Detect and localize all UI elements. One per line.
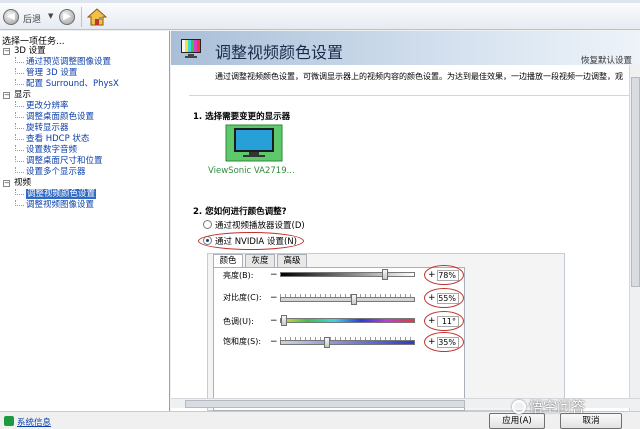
system-info-link[interactable]: 系统信息 <box>17 416 51 428</box>
tree-item[interactable]: 更改分辨率 <box>0 101 168 112</box>
horizontal-scroll-thumb[interactable] <box>185 400 465 408</box>
annotation-ellipse <box>424 332 464 352</box>
section-color-method: 2. 您如何进行颜色调整? <box>193 207 287 217</box>
collapse-icon[interactable]: − <box>3 92 10 99</box>
annotation-ellipse <box>424 311 464 331</box>
brightness-label: 亮度(B): <box>223 271 254 280</box>
saturation-slider[interactable] <box>280 340 415 345</box>
vertical-scroll-thumb[interactable] <box>631 77 640 287</box>
menu-strip <box>0 0 640 3</box>
hue-label: 色调(U): <box>223 317 254 326</box>
tree-category-3d[interactable]: −3D 设置 <box>0 46 168 57</box>
watermark: 悟空问答 <box>512 397 585 419</box>
monitor-icon[interactable] <box>225 124 283 162</box>
contrast-slider[interactable] <box>280 297 415 302</box>
restore-defaults-link[interactable]: 恢复默认设置 <box>581 54 632 66</box>
hue-slider-thumb[interactable] <box>281 315 288 326</box>
brightness-slider[interactable] <box>280 272 415 277</box>
minus-icon: − <box>270 337 278 347</box>
tree-category-display[interactable]: − 显示 <box>0 90 168 101</box>
saturation-slider-thumb[interactable] <box>324 337 331 348</box>
tab-advanced[interactable]: 高级 <box>277 254 307 267</box>
tree-item[interactable]: 旋转显示器 <box>0 123 168 134</box>
annotation-ellipse <box>198 232 304 250</box>
tree-item[interactable]: 调整桌面颜色设置 <box>0 112 168 123</box>
tree-item[interactable]: 查看 HDCP 状态 <box>0 134 168 145</box>
task-tree: −3D 设置 通过预览调整图像设置 管理 3D 设置 配置 Surround、P… <box>0 46 168 211</box>
annotation-ellipse <box>424 265 464 285</box>
content-panel: 调整视频颜色设置 恢复默认设置 通过调整视频颜色设置，可微调显示器上的视频内容的… <box>171 31 640 411</box>
back-label[interactable]: 后退 <box>23 12 41 25</box>
minus-icon: − <box>270 270 278 280</box>
tree-item[interactable]: 设置多个显示器 <box>0 167 168 178</box>
tab-color[interactable]: 颜色 <box>213 254 243 268</box>
home-icon[interactable] <box>87 7 107 27</box>
section-select-display: 1. 选择需要变更的显示器 <box>193 112 291 122</box>
tree-item[interactable]: 通过预览调整图像设置 <box>0 57 168 68</box>
page-title: 调整视频颜色设置 <box>215 43 344 62</box>
collapse-icon[interactable]: − <box>3 180 10 187</box>
tree-item[interactable]: 设置数字音频 <box>0 145 168 156</box>
hue-slider[interactable] <box>280 318 415 323</box>
vertical-scrollbar[interactable] <box>629 65 640 411</box>
back-dropdown-icon[interactable]: ▼ <box>48 12 53 20</box>
tree-item[interactable]: 调整视频图像设置 <box>0 200 168 211</box>
saturation-label: 饱和度(S): <box>223 337 262 346</box>
tree-item-selected[interactable]: 调整视频颜色设置 <box>0 189 168 200</box>
contrast-label: 对比度(C): <box>223 293 262 302</box>
page-description: 通过调整视频颜色设置，可微调显示器上的视频内容的颜色设置。为达到最佳效果，一边播… <box>215 72 623 81</box>
annotation-ellipse <box>424 288 464 308</box>
radio-player-settings[interactable]: 通过视频播放器设置(D) <box>203 220 305 232</box>
toolbar-separator <box>81 7 82 27</box>
tree-item[interactable]: 管理 3D 设置 <box>0 68 168 79</box>
color-bars-icon <box>181 39 201 58</box>
tab-gray[interactable]: 灰度 <box>245 254 275 267</box>
tree-category-video[interactable]: − 视频 <box>0 178 168 189</box>
brightness-slider-thumb[interactable] <box>382 269 389 280</box>
radio-button[interactable] <box>203 220 212 229</box>
back-arrow-icon[interactable]: ◀ <box>3 9 19 25</box>
contrast-slider-thumb[interactable] <box>351 294 358 305</box>
minus-icon: − <box>270 293 278 303</box>
toolbar: ◀ 后退 ▼ ▶ <box>0 0 640 30</box>
watermark-logo-icon <box>512 400 526 414</box>
collapse-icon[interactable]: − <box>3 48 10 55</box>
forward-arrow-icon[interactable]: ▶ <box>59 9 75 25</box>
page-banner: 调整视频颜色设置 恢复默认设置 <box>171 31 640 66</box>
monitor-label[interactable]: ViewSonic VA2719... <box>208 166 295 176</box>
task-panel: 选择一项任务... −3D 设置 通过预览调整图像设置 管理 3D 设置 配置 … <box>0 31 170 411</box>
minus-icon: − <box>270 316 278 326</box>
tree-item[interactable]: 配置 Surround、PhysX <box>0 79 168 90</box>
system-info-icon[interactable] <box>4 416 14 426</box>
tree-item[interactable]: 调整桌面尺寸和位置 <box>0 156 168 167</box>
